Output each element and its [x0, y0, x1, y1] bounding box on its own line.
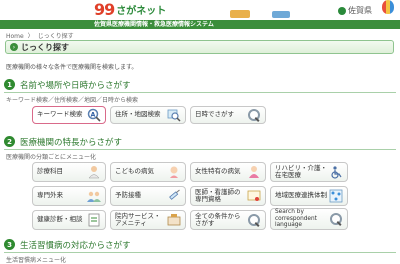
region-label: 佐賀県 — [348, 6, 372, 15]
section-2-header: 2 医療機関の特長からさがす — [4, 135, 122, 148]
child-icon — [167, 165, 181, 179]
button-label: 全ての条件からさがす — [195, 211, 241, 227]
all-conditions-button[interactable]: 全ての条件からさがす — [190, 210, 266, 230]
button-label: 専門外来 — [37, 191, 63, 200]
address-map-search-button[interactable]: 住所・地図検索 — [110, 106, 186, 124]
section-subtitle: 医療機関の分類ごとにメニュー化 — [6, 154, 97, 161]
language-search-button[interactable]: Search by correspondent language — [270, 208, 348, 230]
bus-icon — [230, 10, 250, 18]
specialty-outpatient-button[interactable]: 専門外来 — [32, 186, 106, 206]
section-number: 1 — [4, 79, 15, 90]
breadcrumb-current: じっくり探す — [37, 33, 74, 40]
breadcrumb-home[interactable]: Home — [6, 33, 24, 40]
logo-number: 99 — [94, 0, 115, 19]
button-label: 診療科目 — [37, 167, 63, 176]
doctor-nurse-qualification-button[interactable]: 医師・看護師の専門資格 — [190, 186, 266, 206]
button-label: キーワード検索 — [37, 110, 83, 119]
button-label: 医師・看護師の専門資格 — [195, 187, 241, 203]
clinical-department-button[interactable]: 診療科目 — [32, 162, 106, 182]
button-label: 予防接種 — [115, 191, 141, 200]
vaccination-button[interactable]: 予防接種 — [110, 186, 186, 206]
network-icon — [329, 189, 343, 203]
language-icon — [329, 212, 343, 226]
button-label: 健康診断・相談 — [37, 215, 83, 224]
doctor-icon — [87, 165, 101, 179]
breadcrumb: Home 〉 じっくり探す — [6, 31, 74, 40]
site-header: 99 さがネット 佐賀県 — [0, 0, 400, 20]
button-label: 住所・地図検索 — [115, 110, 161, 119]
button-label: 日時でさがす — [195, 110, 234, 119]
logo-text: さがネット — [116, 5, 167, 17]
magnifier-icon — [247, 108, 261, 122]
section-3-header: 3 生活習慣病の対応からさがす — [4, 238, 131, 251]
wheelchair-icon — [329, 165, 343, 179]
button-label: 地域医療連携体制 — [275, 191, 327, 200]
woman-icon — [247, 165, 261, 179]
balloon-icon — [382, 0, 394, 14]
button-label: 女性特有の病気 — [195, 167, 241, 176]
button-label: リハビリ・介護・在宅医療 — [275, 163, 327, 179]
service-icon — [167, 213, 181, 227]
prefecture-mark-icon — [338, 6, 346, 15]
regional-cooperation-button[interactable]: 地域医療連携体制 — [270, 186, 348, 206]
section-number: 2 — [4, 136, 15, 147]
divider — [4, 149, 396, 150]
syringe-icon — [167, 189, 181, 203]
checkup-icon — [87, 213, 101, 227]
section-subtitle: キーワード検索／住所検索／地図／日時から検索 — [6, 97, 139, 104]
section-title: 医療機関の特長からさがす — [20, 137, 123, 148]
train-icon — [272, 11, 290, 18]
section-title: 生活習慣病の対応からさがす — [20, 240, 131, 251]
rehab-care-button[interactable]: リハビリ・介護・在宅医療 — [270, 162, 348, 182]
intro-text: 医療機関の様々な条件で医療機関を検索します。 — [6, 64, 138, 71]
datetime-search-button[interactable]: 日時でさがす — [190, 106, 266, 124]
health-checkup-button[interactable]: 健康診断・相談 — [32, 210, 106, 230]
site-subtitle: 佐賀県医療機関情報・救急医療情報システム — [94, 21, 214, 28]
children-illness-button[interactable]: こどもの病気 — [110, 162, 186, 182]
doctor-group-icon — [87, 189, 101, 203]
map-search-icon — [167, 108, 181, 122]
button-label: こどもの病気 — [115, 167, 154, 176]
button-label: 院内サービス・アメニティ — [115, 211, 161, 227]
section-title: 名前や場所や日時からさがす — [20, 80, 131, 91]
button-label: Search by correspondent language — [275, 209, 317, 229]
hospital-services-button[interactable]: 院内サービス・アメニティ — [110, 210, 186, 230]
keyword-a-icon: A — [87, 108, 101, 122]
section-subtitle: 生活習慣病メニュー化 — [6, 257, 67, 264]
section-1-header: 1 名前や場所や日時からさがす — [4, 78, 131, 91]
breadcrumb-separator: 〉 — [27, 33, 34, 40]
region-badge: 佐賀県 — [338, 5, 372, 16]
women-illness-button[interactable]: 女性特有の病気 — [190, 162, 266, 182]
divider — [4, 252, 396, 253]
page-title-bar: › じっくり探す — [5, 40, 394, 54]
svg-text:A: A — [91, 111, 96, 118]
all-search-icon — [247, 213, 261, 227]
subtitle-bar: 佐賀県医療機関情報・救急医療情報システム — [0, 20, 400, 29]
chevron-right-icon: › — [10, 43, 18, 51]
section-number: 3 — [4, 239, 15, 250]
site-logo[interactable]: 99 さがネット — [94, 0, 167, 19]
keyword-search-button[interactable]: キーワード検索 A — [32, 106, 106, 124]
certificate-icon — [247, 189, 261, 203]
divider — [4, 92, 396, 93]
page-title: じっくり探す — [21, 42, 69, 52]
